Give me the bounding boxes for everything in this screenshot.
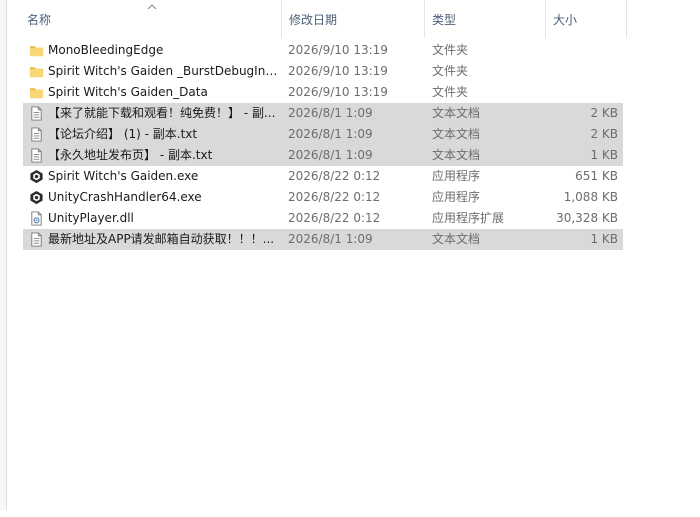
file-size [543, 61, 618, 82]
file-size: 2 KB [590, 127, 618, 141]
file-name: Spirit Witch's Gaiden_Data [48, 85, 208, 99]
file-name: Spirit Witch's Gaiden _BurstDebugInf... [48, 64, 280, 78]
column-header-date[interactable]: 修改日期 [281, 0, 425, 38]
file-name: 【永久地址发布页】 - 副本.txt [48, 148, 213, 162]
file-list: MonoBleedingEdge 2026/9/10 13:19 文件夹 Spirit… [23, 40, 623, 250]
file-row[interactable]: Spirit Witch's Gaiden.exe 2026/8/22 0:12 应… [23, 166, 623, 187]
file-modified-date: 2026/8/22 0:12 [288, 211, 381, 225]
file-type: 文本文档 [432, 127, 481, 141]
text-file-icon [29, 148, 44, 163]
column-header-size[interactable]: 大小 [545, 0, 627, 38]
navigation-pane-edge[interactable] [0, 0, 7, 510]
file-type: 文件夹 [432, 85, 469, 99]
file-modified-date: 2026/9/10 13:19 [288, 85, 388, 99]
file-name: UnityCrashHandler64.exe [48, 190, 202, 204]
column-header-type[interactable]: 类型 [424, 0, 546, 38]
file-size [543, 40, 618, 61]
folder-icon [29, 64, 44, 79]
file-size: 2 KB [590, 106, 618, 120]
folder-icon [29, 85, 44, 100]
file-modified-date: 2026/9/10 13:19 [288, 43, 388, 57]
text-file-icon [29, 106, 44, 121]
file-type: 应用程序 [432, 169, 481, 183]
unity-app-icon [29, 169, 44, 184]
file-name: 【论坛介绍】 (1) - 副本.txt [48, 127, 198, 141]
file-type: 文件夹 [432, 43, 469, 57]
file-name: 【来了就能下载和观看！纯免费！】 - 副... [48, 106, 276, 120]
text-file-icon [29, 232, 44, 247]
unity-app-icon [29, 190, 44, 205]
file-row[interactable]: UnityCrashHandler64.exe 2026/8/22 0:12 应用程… [23, 187, 623, 208]
file-row[interactable]: UnityPlayer.dll 2026/8/22 0:12 应用程序扩展 30,32… [23, 208, 623, 229]
file-row[interactable]: 最新地址及APP请发邮箱自动获取！！！... 2026/8/1 1:09 文本文档 1… [23, 229, 623, 250]
file-size: 1 KB [590, 232, 618, 246]
file-type: 应用程序 [432, 190, 481, 204]
file-row[interactable]: Spirit Witch's Gaiden _BurstDebugInf... 2… [23, 61, 623, 82]
file-row[interactable]: 【来了就能下载和观看！纯免费！】 - 副... 2026/8/1 1:09 文本文档… [23, 103, 623, 124]
file-name: MonoBleedingEdge [48, 43, 164, 57]
file-size: 1,088 KB [563, 190, 618, 204]
file-size: 30,328 KB [556, 211, 618, 225]
file-modified-date: 2026/8/1 1:09 [288, 106, 373, 120]
file-name: UnityPlayer.dll [48, 211, 134, 225]
file-type: 文件夹 [432, 64, 469, 78]
file-type: 文本文档 [432, 148, 481, 162]
file-type: 应用程序扩展 [432, 211, 505, 225]
column-header-name[interactable]: 名称 [20, 0, 282, 38]
file-size: 651 KB [575, 169, 618, 183]
column-header-bar: 名称 修改日期 类型 大小 [7, 0, 700, 38]
file-name: Spirit Witch's Gaiden.exe [48, 169, 199, 183]
file-modified-date: 2026/8/1 1:09 [288, 148, 373, 162]
file-modified-date: 2026/9/10 13:19 [288, 64, 388, 78]
file-row[interactable]: 【论坛介绍】 (1) - 副本.txt 2026/8/1 1:09 文本文档 2 KB [23, 124, 623, 145]
file-type: 文本文档 [432, 106, 481, 120]
folder-icon [29, 43, 44, 58]
file-modified-date: 2026/8/22 0:12 [288, 169, 381, 183]
file-type: 文本文档 [432, 232, 481, 246]
file-size: 1 KB [590, 148, 618, 162]
file-modified-date: 2026/8/1 1:09 [288, 232, 373, 246]
file-row[interactable]: 【永久地址发布页】 - 副本.txt 2026/8/1 1:09 文本文档 1 KB [23, 145, 623, 166]
text-file-icon [29, 127, 44, 142]
file-row[interactable]: MonoBleedingEdge 2026/9/10 13:19 文件夹 [23, 40, 623, 61]
file-row[interactable]: Spirit Witch's Gaiden_Data 2026/9/10 13:1… [23, 82, 623, 103]
file-modified-date: 2026/8/1 1:09 [288, 127, 373, 141]
file-size [543, 82, 618, 103]
file-explorer-window: 名称 修改日期 类型 大小 MonoBleedingEdge 2026/9/10 … [0, 0, 700, 517]
file-modified-date: 2026/8/22 0:12 [288, 190, 381, 204]
file-name: 最新地址及APP请发邮箱自动获取！！！... [48, 232, 275, 246]
dll-file-icon [29, 211, 44, 226]
